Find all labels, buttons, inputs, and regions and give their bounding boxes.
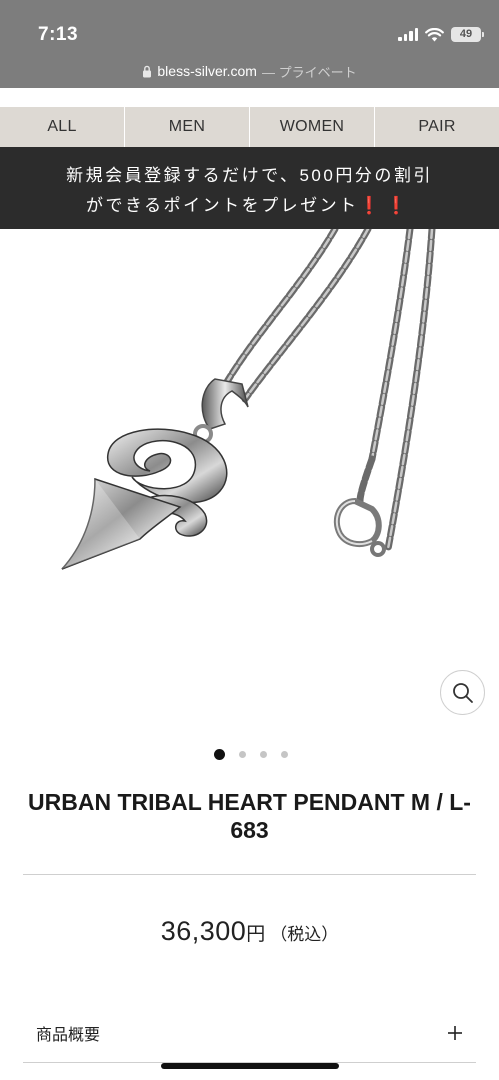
- magnifier-icon: [452, 682, 473, 703]
- battery-level: 49: [459, 28, 473, 40]
- tab-pair[interactable]: PAIR: [375, 107, 499, 147]
- page-gap: [0, 88, 499, 107]
- price-tax-label: （税込）: [270, 925, 339, 944]
- pendant-necklace-image: [61, 225, 436, 570]
- tab-all[interactable]: ALL: [0, 107, 125, 147]
- browser-url-bar[interactable]: bless-silver.com — プライベート: [0, 54, 499, 88]
- price: 36,300円 （税込）: [0, 916, 499, 947]
- product-title: URBAN TRIBAL HEART PENDANT M / L-683: [28, 789, 471, 843]
- carousel-dots: [0, 749, 499, 760]
- private-mode-label: — プライベート: [261, 64, 357, 80]
- signal-icon: [398, 28, 418, 41]
- home-indicator[interactable]: [161, 1063, 339, 1069]
- tab-men[interactable]: MEN: [125, 107, 250, 147]
- price-unit: 円: [246, 924, 266, 945]
- promo-line-1: 新規会員登録するだけで、500円分の割引: [66, 165, 433, 185]
- accordion-label: 商品概要: [36, 1027, 101, 1044]
- status-icons: 49: [398, 27, 484, 42]
- carousel-dot-3[interactable]: [260, 751, 267, 758]
- status-bar: 7:13 49: [0, 0, 499, 54]
- product-overview-accordion[interactable]: 商品概要: [23, 1012, 476, 1054]
- exclamation-icon: ❗❗: [358, 195, 413, 215]
- price-amount: 36,300: [160, 916, 247, 946]
- battery-icon: 49: [451, 27, 484, 42]
- lock-icon: [143, 65, 152, 77]
- carousel-dot-1[interactable]: [214, 749, 225, 760]
- tab-women[interactable]: WOMEN: [250, 107, 375, 147]
- carousel-dot-2[interactable]: [239, 751, 246, 758]
- promo-line-2-text: ができるポイントをプレゼント: [85, 195, 359, 215]
- category-nav: ALL MEN WOMEN PAIR: [0, 107, 499, 147]
- wifi-icon: [425, 27, 444, 41]
- carousel-dot-4[interactable]: [281, 751, 288, 758]
- promo-line-2: ができるポイントをプレゼント❗❗: [86, 191, 413, 216]
- url-text: bless-silver.com: [157, 63, 257, 79]
- divider: [23, 874, 476, 875]
- status-time: 7:13: [38, 24, 79, 45]
- plus-icon: [448, 1026, 462, 1040]
- promo-banner[interactable]: 新規会員登録するだけで、500円分の割引 ができるポイントをプレゼント❗❗: [0, 147, 499, 229]
- zoom-button[interactable]: [440, 670, 485, 715]
- product-image[interactable]: [0, 225, 499, 739]
